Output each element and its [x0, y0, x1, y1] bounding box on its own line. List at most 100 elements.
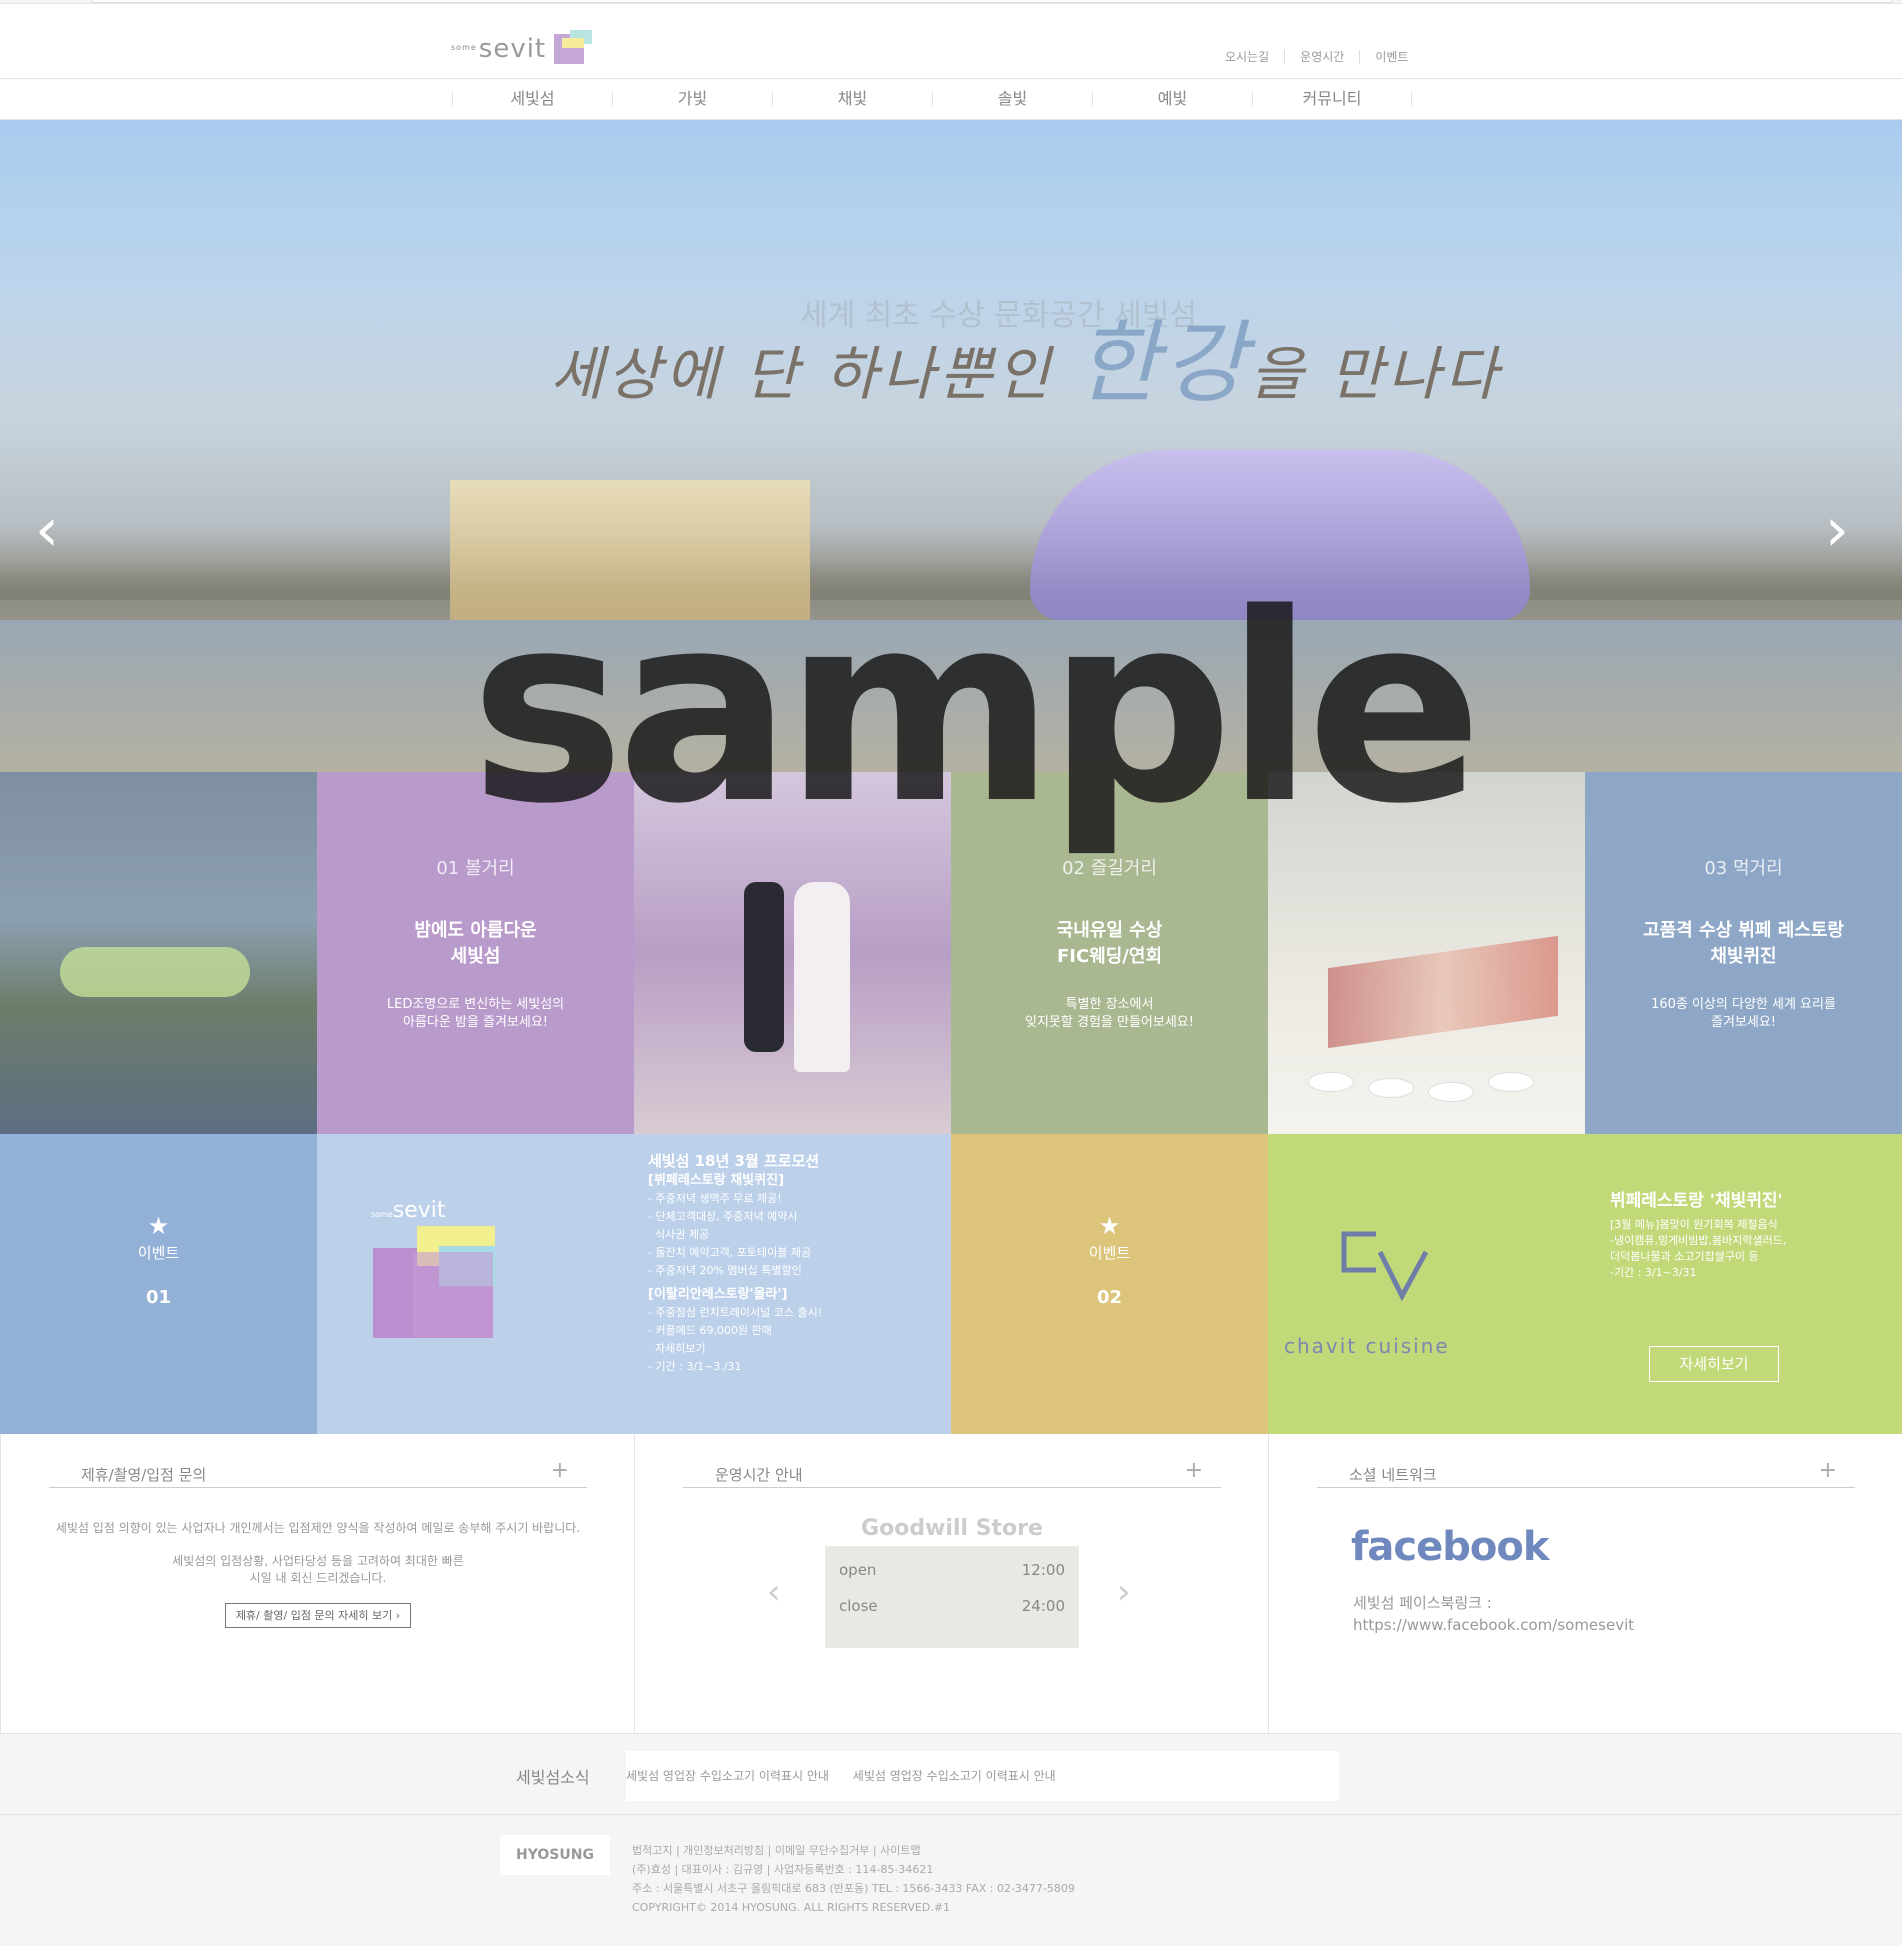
event-number: 02	[1096, 1287, 1123, 1308]
nav-item-solbit[interactable]: 솔빛	[932, 91, 1092, 107]
plus-icon[interactable]: +	[1185, 1458, 1203, 1483]
promo-item: - 커플메드 69,000원 판매	[648, 1324, 772, 1337]
nav-item-community[interactable]: 커뮤니티	[1252, 91, 1412, 107]
hours-next-icon[interactable]: ›	[1117, 1572, 1131, 1612]
news-item[interactable]: 세빛섬 영업장 수입소고기 이력표시 안내	[626, 1769, 829, 1783]
promo-item: - 돌잔치 예약고객, 포토테이블 제공	[648, 1246, 812, 1259]
nav-item-sebitseom[interactable]: 세빛섬	[452, 91, 612, 107]
plate	[1368, 1078, 1414, 1098]
inquiry-text: 세빛섬의 입점상황, 사업타당성 등을 고려하여 최대한 빠른 시일 내 회신 드…	[49, 1553, 587, 1587]
groom-figure	[744, 882, 784, 1052]
event-grid: ★ 이벤트 01 somesevit 세빛섬 18년 3월 프로모션 [뷔페레스…	[0, 1134, 1902, 1434]
chavit-line: [3월 메뉴]봄맞이 원기회복 제철음식	[1610, 1218, 1778, 1231]
chavit-line: -냉이캠퓨,멍게비빔밥,봄바지락샐러드,	[1610, 1234, 1787, 1247]
inquiry-text: 세빛섬 입점 의향이 있는 사업자나 개인께서는 입점제안 양식을 작성하여 메…	[55, 1521, 581, 1535]
hero-title: 세상에 단 하나뿐인 한강을 만나다	[550, 290, 1502, 420]
nav-item-yebit[interactable]: 예빛	[1092, 91, 1252, 107]
promo-logo-word: sevit	[392, 1198, 446, 1223]
social-header: 소셜 네트워크 +	[1317, 1458, 1855, 1488]
feature-desc-line: 잊지못할 경험을 만들어보세요!	[1025, 1015, 1194, 1030]
chavit-info: 뷔페레스토랑 '채빛퀴진' [3월 메뉴]봄맞이 원기회복 제철음식 -냉이캠퓨…	[1610, 1186, 1786, 1281]
feature-desc-line: 아름다운 밤을 즐겨보세요!	[402, 1015, 549, 1030]
promo-logo-text: somesevit	[371, 1198, 446, 1223]
feature-num: 01 볼거리	[436, 858, 515, 879]
star-icon: ★	[147, 1212, 170, 1240]
slider-prev-icon[interactable]: ‹	[22, 500, 72, 560]
feature-title-line: 국내유일 수상	[1056, 920, 1163, 941]
facebook-link-url[interactable]: https://www.facebook.com/somesevit	[1353, 1614, 1634, 1636]
hero-title-pre: 세상에 단 하나뿐인	[550, 340, 1077, 408]
top-links: 오시는길 운영시간 이벤트	[1210, 50, 1423, 64]
main-nav: 세빛섬 가빛 채빛 솔빛 예빛 커뮤니티	[0, 78, 1902, 120]
feature-title-line: 고품격 수상 뷔페 레스토랑	[1643, 920, 1844, 941]
news-item[interactable]: 세빛섬 영업장 수입소고기 이력표시 안내	[853, 1769, 1056, 1783]
footer-address: 주소 : 서울특별시 서초구 올림픽대로 683 (반포동) TEL : 156…	[632, 1882, 1075, 1895]
plus-icon[interactable]: +	[551, 1458, 569, 1483]
inquiry-title: 제휴/촬영/입점 문의	[81, 1466, 207, 1484]
slider-next-icon[interactable]: ›	[1812, 500, 1862, 560]
chavit-tile: chavit cuisine 뷔페레스토랑 '채빛퀴진' [3월 메뉴]봄맞이 …	[1268, 1134, 1902, 1434]
info-section: 제휴/촬영/입점 문의 + 세빛섬 입점 의향이 있는 사업자나 개인께서는 입점…	[0, 1434, 1902, 1734]
close-label: close	[839, 1597, 878, 1615]
plus-icon[interactable]: +	[1819, 1458, 1837, 1483]
nav-item-chaebit[interactable]: 채빛	[772, 91, 932, 107]
event-tile-2[interactable]: ★ 이벤트 02	[951, 1134, 1268, 1434]
feature-desc-line: 즐겨보세요!	[1710, 1015, 1776, 1030]
link-events[interactable]: 이벤트	[1359, 50, 1423, 64]
feature-desc: 특별한 장소에서잊지못할 경험을 만들어보세요!	[951, 996, 1268, 1032]
open-label: open	[839, 1561, 877, 1579]
promo-item: 식사권 제공	[648, 1228, 710, 1241]
plate	[1308, 1072, 1354, 1092]
promo-tile[interactable]: 세빛섬 18년 3월 프로모션 [뷔페레스토랑 채빛퀴진] - 주중저녁 생맥주…	[634, 1134, 951, 1434]
bride-figure	[794, 882, 850, 1072]
feature-num: 02 즐길거리	[1062, 858, 1157, 879]
feature-desc-line: LED조명으로 변신하는 세빛섬의	[386, 997, 565, 1012]
feature-desc-line: 특별한 장소에서	[1065, 997, 1154, 1012]
hero-title-big: 한강	[1076, 311, 1250, 416]
hero-skyline	[0, 560, 1902, 600]
site-header: some sevit 오시는길 운영시간 이벤트	[0, 4, 1902, 78]
feature-title-line: 채빛퀴진	[1710, 946, 1777, 967]
feature-card-1[interactable]: 01 볼거리 밤에도 아름다운 세빛섬 LED조명으로 변신하는 세빛섬의아름다운…	[317, 772, 634, 1134]
island-lights	[60, 947, 250, 997]
facebook-link[interactable]: 세빛섬 페이스북링크 : https://www.facebook.com/som…	[1353, 1592, 1634, 1636]
hours-header: 운영시간 안내 +	[683, 1458, 1221, 1488]
news-ticker: 세빛섬 영업장 수입소고기 이력표시 안내 세빛섬 영업장 수입소고기 이력표시…	[626, 1751, 1339, 1801]
hours-panel: 운영시간 안내 + Goodwill Store ‹ open 12:00 clos…	[634, 1434, 1268, 1734]
inquiry-body: 세빛섬 입점 의향이 있는 사업자나 개인께서는 입점제안 양식을 작성하여 메…	[49, 1520, 587, 1628]
feature-desc: LED조명으로 변신하는 세빛섬의아름다운 밤을 즐겨보세요!	[317, 996, 634, 1032]
promo-item: - 주중저녁 20% 멤버십 특별할인	[648, 1264, 802, 1277]
event-tile-1[interactable]: ★ 이벤트 01	[0, 1134, 317, 1434]
promo-logo-tile: somesevit	[317, 1134, 634, 1434]
nav-item-gabit[interactable]: 가빛	[612, 91, 772, 107]
site-logo[interactable]: some sevit	[451, 24, 593, 64]
hero-title-post: 을 만나다	[1249, 340, 1502, 408]
news-bar: 세빛섬소식 세빛섬 영업장 수입소고기 이력표시 안내 세빛섬 영업장 수입소고…	[0, 1734, 1902, 1814]
hero-river	[0, 620, 1902, 772]
feature-title: 고품격 수상 뷔페 레스토랑채빛퀴진	[1585, 918, 1902, 970]
inquiry-detail-button[interactable]: 제휴/ 촬영/ 입점 문의 자세히 보기 ›	[224, 1603, 412, 1628]
footer-copyright: COPYRIGHT© 2014 HYOSUNG. ALL RIGHTS RESE…	[632, 1901, 951, 1914]
feature-title: 밤에도 아름다운 세빛섬	[317, 918, 634, 970]
social-title: 소셜 네트워크	[1349, 1466, 1437, 1484]
feature-grid: 01 볼거리 밤에도 아름다운 세빛섬 LED조명으로 변신하는 세빛섬의아름다운…	[0, 772, 1902, 1134]
hours-title: 운영시간 안내	[715, 1466, 803, 1484]
link-hours[interactable]: 운영시간	[1284, 50, 1359, 64]
store-name: Goodwill Store	[861, 1516, 1043, 1541]
chavit-brand: chavit cuisine	[1284, 1334, 1450, 1358]
chavit-detail-button[interactable]: 자세히보기	[1649, 1346, 1779, 1382]
feature-card-3[interactable]: 03 먹거리 고품격 수상 뷔페 레스토랑 채빛퀴진 160종 이상의 다양한 세…	[1585, 772, 1902, 1134]
hero-building-gold	[450, 480, 810, 620]
feature-num: 03 먹거리	[1704, 858, 1783, 879]
promo-item: - 주중점심 런치트레이서널 코스 출시!	[648, 1306, 823, 1319]
hours-prev-icon[interactable]: ‹	[767, 1572, 781, 1612]
event-label: 이벤트	[1088, 1244, 1131, 1262]
address-bar	[92, 0, 1892, 3]
link-directions[interactable]: 오시는길	[1210, 50, 1284, 64]
facebook-logo[interactable]: facebook	[1351, 1524, 1549, 1570]
close-time: 24:00	[1021, 1597, 1065, 1615]
feature-card-2[interactable]: 02 즐길거리 국내유일 수상 FIC웨딩/연회 특별한 장소에서 잊지못할 경험을…	[951, 772, 1268, 1134]
feature-title-line: 밤에도 아름다운	[414, 920, 537, 941]
photo-buffet	[1268, 772, 1585, 1134]
footer-links[interactable]: 법적고지 | 개인정보처리방침 | 이메일 무단수집거부 | 사이트맵	[632, 1841, 1075, 1860]
